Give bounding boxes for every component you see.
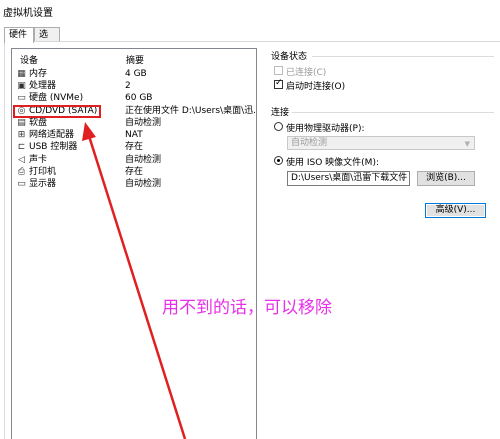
device-row-cd-dvd[interactable]: ◎ CD/DVD (SATA) 正在使用文件 D:\Users\桌面\迅... — [14, 105, 256, 117]
device-summary: 60 GB — [125, 93, 153, 103]
connect-on-start-checkbox[interactable] — [274, 78, 283, 89]
advanced-button[interactable]: 高级(V)... — [425, 203, 486, 218]
device-summary: 正在使用文件 D:\Users\桌面\迅... — [125, 106, 255, 116]
device-name: 声卡 — [29, 155, 48, 165]
cpu-icon: ▣ — [17, 81, 26, 91]
device-status-label: 设备状态 — [271, 52, 308, 62]
iso-label: 使用 ISO 映像文件(M): — [286, 158, 379, 168]
device-name: 显示器 — [29, 179, 57, 189]
physical-drive-value: 自动检测 — [291, 138, 328, 148]
sound-icon: ◁ — [18, 155, 25, 165]
iso-radio[interactable] — [274, 156, 283, 165]
usb-icon: ⊏ — [17, 142, 26, 152]
header-device: 设备 — [20, 56, 39, 66]
physical-drive-select[interactable]: 自动检测 ▼ — [287, 136, 475, 150]
chevron-down-icon: ▼ — [464, 140, 470, 148]
physical-drive-label: 使用物理驱动器(P): — [286, 124, 365, 134]
cd-icon: ◎ — [17, 106, 26, 116]
tab-hardware[interactable]: 硬件 — [4, 27, 34, 43]
device-status-divider — [312, 56, 494, 57]
connected-checkbox[interactable] — [274, 66, 283, 75]
annotation-text: 用不到的话，可以移除 — [162, 298, 332, 318]
physical-drive-radio[interactable] — [274, 122, 283, 131]
device-list[interactable]: 设备 摘要 ▦ 内存 4 GB ▣ 处理器 2 ▭ 硬盘 (NVMe) 60 G… — [11, 48, 257, 439]
device-summary: 自动检测 — [125, 179, 162, 189]
network-icon: ⊞ — [17, 130, 26, 140]
floppy-icon: ▤ — [17, 118, 26, 128]
device-name: 内存 — [29, 69, 48, 79]
device-row-disk[interactable]: ▭ 硬盘 (NVMe) 60 GB — [14, 92, 256, 104]
display-icon: ▭ — [17, 179, 26, 189]
iso-path-value: D:\Users\桌面\迅雷下载文件 — [291, 173, 408, 183]
device-summary: 自动检测 — [125, 155, 162, 165]
connected-label: 已连接(C) — [286, 68, 327, 78]
connect-on-start-label: 启动时连接(O) — [286, 82, 346, 92]
device-summary: 存在 — [125, 167, 144, 177]
device-name: 处理器 — [29, 81, 57, 91]
title-bar: 虚拟机设置 — [0, 0, 500, 22]
browse-button[interactable]: 浏览(B)... — [417, 171, 475, 186]
device-name: 硬盘 (NVMe) — [29, 93, 84, 103]
device-row-floppy[interactable]: ▤ 软盘 自动检测 — [14, 117, 256, 129]
window-title: 虚拟机设置 — [3, 8, 53, 19]
device-row-network[interactable]: ⊞ 网络适配器 NAT — [14, 129, 256, 141]
device-summary: 2 — [125, 81, 131, 91]
disk-icon: ▭ — [17, 93, 26, 103]
device-name: 软盘 — [29, 118, 48, 128]
device-name: USB 控制器 — [29, 142, 78, 152]
device-row-usb[interactable]: ⊏ USB 控制器 存在 — [14, 141, 256, 153]
device-row-memory[interactable]: ▦ 内存 4 GB — [14, 68, 256, 80]
printer-icon: ⎙ — [17, 167, 26, 177]
device-row-processor[interactable]: ▣ 处理器 2 — [14, 80, 256, 92]
device-summary: NAT — [125, 130, 143, 140]
tab-options[interactable]: 选项 — [34, 27, 60, 52]
chevron-down-icon: ∨ — [400, 175, 406, 183]
device-summary: 存在 — [125, 142, 144, 152]
iso-path-combo[interactable]: D:\Users\桌面\迅雷下载文件 ∨ — [287, 171, 410, 186]
device-name: 打印机 — [29, 167, 57, 177]
list-header: 设备 摘要 — [15, 53, 255, 66]
device-row-printer[interactable]: ⎙ 打印机 存在 — [14, 166, 256, 178]
device-row-display[interactable]: ▭ 显示器 自动检测 — [14, 178, 256, 190]
device-summary: 自动检测 — [125, 118, 162, 128]
device-summary: 4 GB — [125, 69, 147, 79]
device-name: CD/DVD (SATA) — [29, 106, 98, 116]
device-row-sound[interactable]: ◁ 声卡 自动检测 — [14, 154, 256, 166]
device-name: 网络适配器 — [29, 130, 75, 140]
memory-icon: ▦ — [17, 69, 26, 79]
connection-divider — [292, 112, 494, 113]
connection-label: 连接 — [271, 108, 290, 118]
header-summary: 摘要 — [126, 56, 145, 66]
